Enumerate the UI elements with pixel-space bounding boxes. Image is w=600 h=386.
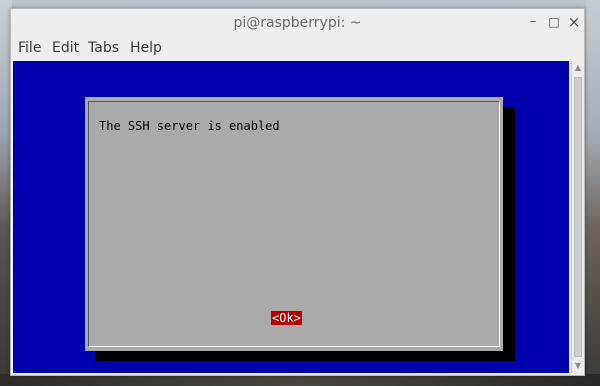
window-title: pi@raspberrypi: ~: [233, 15, 362, 31]
dialog-message: The SSH server is enabled: [99, 119, 280, 133]
terminal-window: pi@raspberrypi: ~ – □ × File Edit Tabs H…: [10, 8, 585, 376]
scroll-down-icon[interactable]: ▼: [573, 361, 583, 371]
ok-button[interactable]: <Ok>: [271, 311, 302, 325]
close-button[interactable]: ×: [566, 14, 582, 30]
vertical-scrollbar[interactable]: ▲ ▼: [571, 61, 583, 373]
menu-help[interactable]: Help: [130, 40, 162, 56]
desktop-wallpaper-right: [586, 0, 600, 386]
menu-edit[interactable]: Edit: [52, 40, 79, 56]
minimize-button[interactable]: –: [525, 14, 541, 30]
whiptail-dialog: The SSH server is enabled <Ok>: [85, 97, 503, 351]
menu-file[interactable]: File: [18, 40, 41, 56]
title-bar[interactable]: pi@raspberrypi: ~ – □ ×: [11, 9, 584, 37]
scroll-up-icon[interactable]: ▲: [573, 63, 583, 73]
menu-bar: File Edit Tabs Help: [11, 37, 584, 59]
scrollbar-thumb[interactable]: [574, 77, 582, 357]
terminal-area[interactable]: The SSH server is enabled <Ok>: [13, 61, 569, 373]
menu-tabs[interactable]: Tabs: [88, 40, 119, 56]
maximize-button[interactable]: □: [546, 14, 562, 30]
